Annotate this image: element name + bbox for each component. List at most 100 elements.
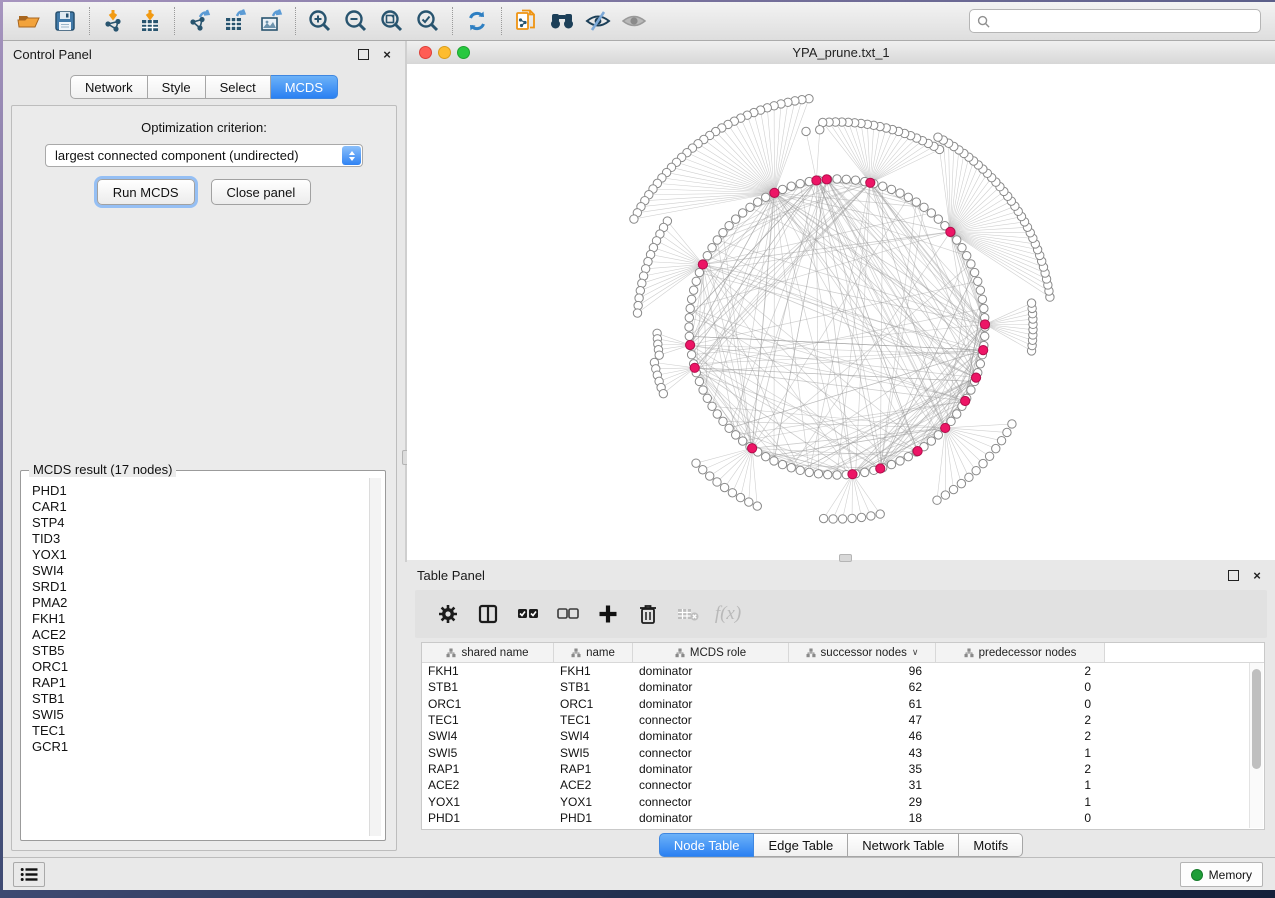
tab-select[interactable]: Select: [206, 75, 271, 99]
graph-dominator-node[interactable]: [690, 363, 699, 372]
graph-node[interactable]: [728, 489, 736, 497]
float-panel-icon[interactable]: [1225, 567, 1241, 583]
column-header[interactable]: shared name: [422, 643, 554, 662]
export-image-button[interactable]: [253, 4, 289, 38]
graph-node[interactable]: [962, 252, 970, 260]
graph-node[interactable]: [778, 460, 786, 468]
graph-node[interactable]: [927, 437, 935, 445]
refresh-view-button[interactable]: [459, 4, 495, 38]
delete-column-button[interactable]: [633, 599, 663, 629]
graph-node[interactable]: [980, 304, 988, 312]
graph-node[interactable]: [1003, 428, 1011, 436]
graph-node[interactable]: [703, 394, 711, 402]
clone-network-button[interactable]: [508, 4, 544, 38]
graph-node[interactable]: [949, 485, 957, 493]
graph-node[interactable]: [979, 459, 987, 467]
graph-node[interactable]: [692, 459, 700, 467]
graph-node[interactable]: [778, 185, 786, 193]
graph-node[interactable]: [719, 417, 727, 425]
graph-node[interactable]: [706, 472, 714, 480]
graph-node[interactable]: [796, 466, 804, 474]
graph-node[interactable]: [857, 513, 865, 521]
graph-dominator-node[interactable]: [941, 423, 950, 432]
mcds-result-item[interactable]: PMA2: [32, 595, 382, 611]
graph-node[interactable]: [976, 360, 984, 368]
column-header[interactable]: name: [554, 643, 633, 662]
mcds-result-item[interactable]: SWI5: [32, 707, 382, 723]
graph-node[interactable]: [978, 295, 986, 303]
float-panel-icon[interactable]: [355, 46, 371, 62]
graph-node[interactable]: [720, 483, 728, 491]
graph-node[interactable]: [981, 332, 989, 340]
graph-node[interactable]: [689, 286, 697, 294]
graph-node[interactable]: [957, 479, 965, 487]
graph-node[interactable]: [753, 198, 761, 206]
table-row[interactable]: SWI5SWI5connector431: [422, 744, 1264, 760]
graph-node[interactable]: [725, 424, 733, 432]
column-header[interactable]: MCDS role: [633, 643, 789, 662]
graph-node[interactable]: [970, 268, 978, 276]
graph-node[interactable]: [997, 436, 1005, 444]
graph-node[interactable]: [887, 185, 895, 193]
mcds-result-item[interactable]: STB5: [32, 643, 382, 659]
graph-dominator-node[interactable]: [748, 444, 757, 453]
graph-node[interactable]: [879, 182, 887, 190]
table-row[interactable]: YOX1YOX1connector291: [422, 793, 1264, 809]
tab-network-table[interactable]: Network Table: [848, 833, 959, 857]
graph-dominator-node[interactable]: [770, 188, 779, 197]
mcds-result-item[interactable]: YOX1: [32, 547, 382, 563]
add-column-button[interactable]: [593, 599, 623, 629]
graph-node[interactable]: [805, 468, 813, 476]
column-header[interactable]: successor nodes∨: [789, 643, 936, 662]
zoom-fit-button[interactable]: [374, 4, 410, 38]
graph-node[interactable]: [796, 179, 804, 187]
mcds-result-item[interactable]: PHD1: [32, 483, 382, 499]
open-file-button[interactable]: [11, 4, 47, 38]
mcds-result-item[interactable]: FKH1: [32, 611, 382, 627]
import-table-button[interactable]: [132, 4, 168, 38]
graph-node[interactable]: [887, 460, 895, 468]
graph-dominator-node[interactable]: [698, 260, 707, 269]
export-table-button[interactable]: [217, 4, 253, 38]
graph-node[interactable]: [833, 175, 841, 183]
mcds-result-item[interactable]: STB1: [32, 691, 382, 707]
graph-dominator-node[interactable]: [822, 175, 831, 184]
graph-node[interactable]: [934, 133, 942, 141]
graph-node[interactable]: [920, 203, 928, 211]
graph-node[interactable]: [829, 515, 837, 523]
graph-node[interactable]: [985, 452, 993, 460]
mcds-result-item[interactable]: RAP1: [32, 675, 382, 691]
table-row[interactable]: ACE2ACE2connector311: [422, 777, 1264, 793]
table-scrollbar[interactable]: [1249, 663, 1263, 828]
table-row[interactable]: PHD1PHD1dominator180: [422, 810, 1264, 826]
graph-node[interactable]: [770, 457, 778, 465]
graph-node[interactable]: [713, 236, 721, 244]
zoom-in-button[interactable]: [302, 4, 338, 38]
graph-node[interactable]: [687, 351, 695, 359]
graph-node[interactable]: [695, 377, 703, 385]
graph-node[interactable]: [731, 215, 739, 223]
graph-node[interactable]: [719, 228, 727, 236]
mcds-result-item[interactable]: SRD1: [32, 579, 382, 595]
table-row[interactable]: FKH1FKH1dominator962: [422, 663, 1264, 679]
zoom-selected-button[interactable]: [410, 4, 446, 38]
graph-node[interactable]: [787, 182, 795, 190]
task-history-button[interactable]: [13, 862, 45, 887]
graph-node[interactable]: [941, 491, 949, 499]
graph-node[interactable]: [833, 471, 841, 479]
horizontal-divider-grip[interactable]: [839, 554, 852, 562]
table-row[interactable]: RAP1RAP1dominator352: [422, 761, 1264, 777]
graph-node[interactable]: [861, 468, 869, 476]
graph-node[interactable]: [842, 175, 850, 183]
graph-node[interactable]: [686, 304, 694, 312]
mcds-result-item[interactable]: CAR1: [32, 499, 382, 515]
graph-node[interactable]: [685, 332, 693, 340]
tab-motifs[interactable]: Motifs: [959, 833, 1023, 857]
memory-button[interactable]: Memory: [1180, 862, 1263, 887]
graph-dominator-node[interactable]: [876, 464, 885, 473]
mcds-result-item[interactable]: SWI4: [32, 563, 382, 579]
graph-node[interactable]: [802, 127, 810, 135]
graph-dominator-node[interactable]: [848, 470, 857, 479]
graph-node[interactable]: [708, 402, 716, 410]
mcds-result-item[interactable]: ACE2: [32, 627, 382, 643]
